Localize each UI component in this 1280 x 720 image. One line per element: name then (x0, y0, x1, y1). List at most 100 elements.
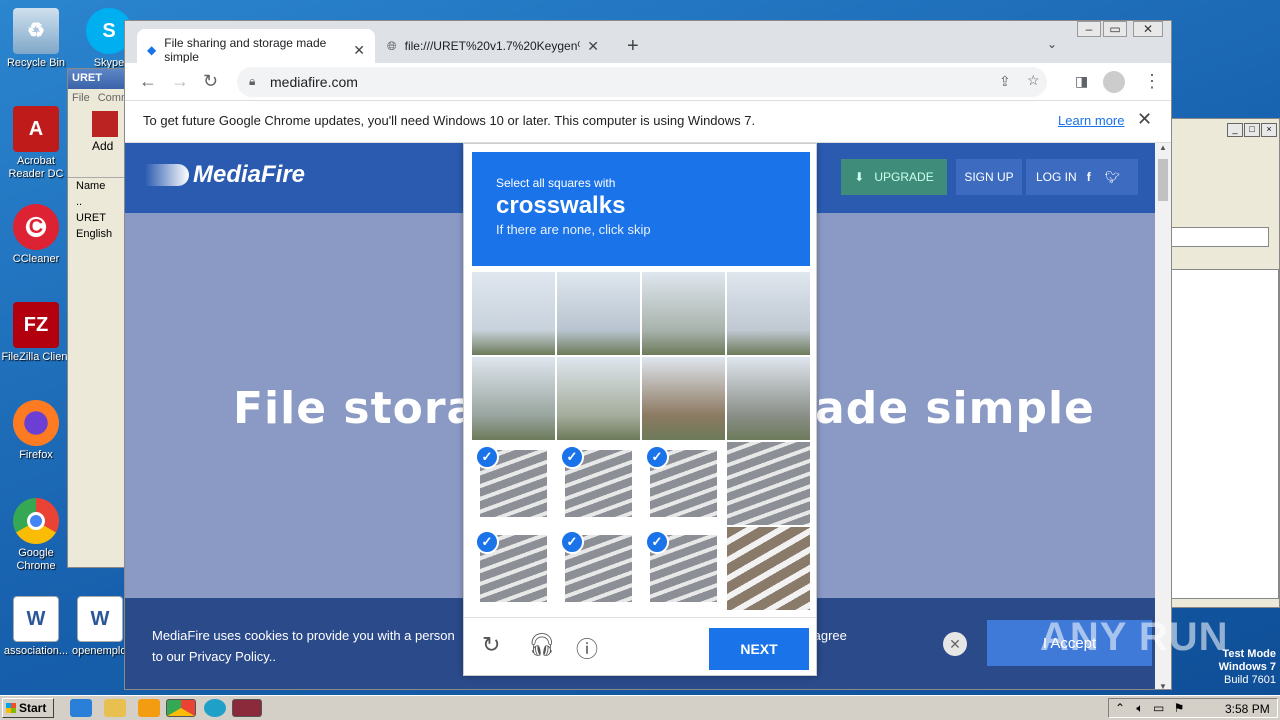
tab-close-icon[interactable]: ✕ (587, 38, 599, 55)
forward-icon[interactable]: → (171, 71, 189, 92)
facebook-icon[interactable]: f (1087, 170, 1091, 184)
captcha-tile[interactable]: ✓ (642, 442, 725, 525)
window-controls: _ □ × (1227, 123, 1277, 137)
captcha-tile[interactable] (727, 442, 810, 525)
captcha-tile[interactable] (642, 357, 725, 440)
close-button[interactable]: ✕ (1133, 21, 1163, 37)
winrar-taskbar-icon[interactable] (232, 699, 262, 717)
explorer-taskbar-icon[interactable] (104, 699, 126, 717)
edge-taskbar-icon[interactable] (204, 699, 226, 717)
close-button[interactable]: × (1261, 123, 1277, 137)
background-window-right[interactable]: _ □ × (1168, 118, 1280, 608)
list-item[interactable]: English (68, 226, 126, 242)
captcha-tile[interactable]: ✓ (557, 527, 640, 610)
share-icon[interactable]: ⇪ (999, 73, 1011, 90)
captcha-tile[interactable] (727, 527, 810, 610)
reload-challenge-icon[interactable]: ↻ (482, 632, 500, 658)
signup-button[interactable]: SIGN UP (956, 159, 1022, 195)
upgrade-label: UPGRADE (874, 170, 934, 184)
desktop-icon-filezilla[interactable]: FZ FileZilla Client (0, 302, 72, 364)
minimize-button[interactable]: _ (1227, 123, 1243, 137)
scroll-up-icon[interactable]: ▲ (1155, 143, 1171, 152)
cookie-text-line2[interactable]: to our Privacy Policy.. (152, 649, 276, 664)
tab-title: File sharing and storage made simple (164, 36, 327, 64)
tab-search-icon[interactable]: ⌄ (1047, 37, 1057, 51)
dropdown-field[interactable] (1169, 227, 1269, 247)
back-icon[interactable]: ← (139, 71, 157, 92)
captcha-tile[interactable] (642, 272, 725, 355)
volume-icon[interactable]: 🔈︎ (1136, 701, 1143, 715)
audio-challenge-icon[interactable]: 🎧︎ (528, 632, 556, 658)
infobar-close-icon[interactable]: ✕ (1137, 109, 1152, 130)
new-tab-button[interactable]: + (627, 35, 639, 58)
tray-expand-icon[interactable]: ⌃ (1115, 701, 1125, 715)
explorer-window[interactable]: URET File Comm Add Name .. URET English (67, 68, 130, 568)
update-infobar: To get future Google Chrome updates, you… (125, 101, 1171, 143)
network-icon[interactable]: ▭ (1153, 701, 1164, 715)
explorer-menu-file[interactable]: File (72, 92, 90, 104)
start-button[interactable]: Start (2, 698, 54, 718)
clock[interactable]: 3:58 PM (1225, 702, 1270, 716)
captcha-tile[interactable]: ✓ (472, 527, 555, 610)
desktop-icon-recycle-bin[interactable]: ♻ Recycle Bin (0, 8, 72, 70)
tab-file[interactable]: 🌐︎ file:///URET%20v1.7%20Keygen%20 ✕ (377, 29, 609, 63)
mediafire-logo[interactable]: MediaFire (145, 161, 305, 189)
captcha-tile[interactable]: ✓ (642, 527, 725, 610)
cookie-close-button[interactable]: ✕ (943, 632, 967, 656)
list-item[interactable]: URET (68, 210, 126, 226)
maximize-button[interactable]: □ (1244, 123, 1260, 137)
captcha-tile[interactable] (727, 272, 810, 355)
maximize-button[interactable]: ▭ (1103, 21, 1127, 37)
chrome-window[interactable]: ◆ File sharing and storage made simple ✕… (124, 20, 1172, 690)
captcha-tile[interactable] (472, 357, 555, 440)
word-doc-icon: W (13, 596, 59, 642)
bookmark-star-icon[interactable]: ☆ (1027, 72, 1040, 89)
explorer-column-name[interactable]: Name (68, 177, 126, 194)
desktop-icon-firefox[interactable]: Firefox (0, 400, 72, 462)
twitter-icon[interactable]: 🐦︎ (1105, 170, 1120, 184)
upgrade-button[interactable]: ⬇ UPGRADE (841, 159, 947, 195)
captcha-header: Select all squares with crosswalks If th… (472, 152, 810, 266)
explorer-add-button[interactable]: Add (68, 107, 126, 157)
learn-more-link[interactable]: Learn more (1058, 113, 1124, 128)
captcha-tile[interactable]: ✓ (472, 442, 555, 525)
list-item[interactable]: .. (68, 194, 126, 210)
captcha-tile[interactable]: ✓ (557, 442, 640, 525)
chrome-taskbar-icon[interactable] (166, 699, 196, 717)
desktop-icon-ccleaner[interactable]: C CCleaner (0, 204, 72, 266)
desktop-icon-openemplo-doc[interactable]: W openemplo... (72, 596, 136, 658)
desktop-icon-chrome[interactable]: Google Chrome (0, 498, 72, 573)
acrobat-icon: A (13, 106, 59, 152)
desktop-icon-label: Recycle Bin (6, 57, 66, 69)
desktop-icon-acrobat[interactable]: A Acrobat Reader DC (0, 106, 72, 181)
media-player-taskbar-icon[interactable] (138, 699, 160, 717)
address-bar[interactable]: 🔒︎ mediafire.com ⇪ ☆ (237, 67, 1047, 97)
chrome-icon (13, 498, 59, 544)
info-icon[interactable]: ⓘ (576, 632, 598, 664)
profile-icon[interactable] (1103, 71, 1125, 93)
next-button[interactable]: NEXT (709, 628, 809, 670)
captcha-tile[interactable] (727, 357, 810, 440)
firefox-icon (13, 400, 59, 446)
desktop-icon-label: Firefox (19, 449, 53, 461)
scroll-thumb[interactable] (1158, 159, 1168, 201)
reload-icon[interactable]: ↻ (203, 71, 218, 92)
menu-kebab-icon[interactable]: ⋮ (1143, 71, 1161, 92)
selected-check-icon: ✓ (560, 445, 584, 469)
cookie-text-line1: MediaFire uses cookies to provide you wi… (152, 628, 455, 643)
captcha-tile[interactable] (557, 357, 640, 440)
vertical-scrollbar[interactable]: ▲ ▼ (1155, 143, 1171, 689)
desktop-icon-association-doc[interactable]: W association... (0, 596, 72, 658)
minimize-button[interactable]: – (1077, 21, 1101, 37)
ie-taskbar-icon[interactable] (70, 699, 92, 717)
captcha-tile[interactable] (557, 272, 640, 355)
tab-close-icon[interactable]: ✕ (353, 42, 365, 59)
street-photo-tile (727, 272, 810, 355)
login-button[interactable]: LOG IN f 🐦︎ (1026, 159, 1138, 195)
mediafire-flame-icon (145, 164, 189, 186)
side-panel-icon[interactable]: ◨ (1075, 73, 1088, 90)
captcha-tile[interactable] (472, 272, 555, 355)
url-text: mediafire.com (270, 74, 358, 90)
action-center-flag-icon[interactable]: ⚑ (1174, 701, 1185, 715)
scroll-down-icon[interactable]: ▼ (1155, 682, 1171, 689)
